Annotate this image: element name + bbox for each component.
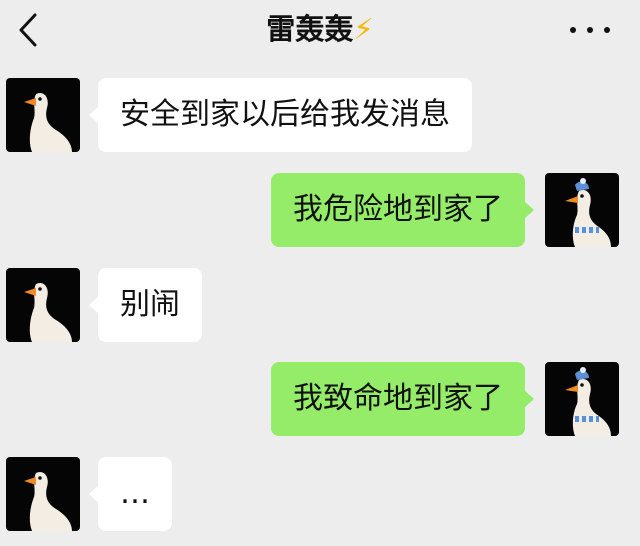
outgoing-message-bubble[interactable]: 我致命地到家了 <box>271 362 534 436</box>
my-avatar[interactable] <box>545 173 619 247</box>
contact-avatar[interactable] <box>6 268 80 342</box>
goose-avatar-icon <box>24 471 72 531</box>
incoming-message-bubble[interactable]: 安全到家以后给我发消息 <box>89 78 472 152</box>
message-row: 别闹 <box>0 268 640 342</box>
message-row: 我致命地到家了 <box>0 362 640 436</box>
chat-screen: 雷轰轰⚡ 安全到家以后给我发消息 我危险地到家了 别闹 我致命地到家了 … <box>0 0 640 546</box>
contact-avatar[interactable] <box>6 457 80 531</box>
incoming-message-bubble[interactable]: 别闹 <box>89 268 202 342</box>
chat-title: 雷轰轰⚡ <box>0 8 640 50</box>
incoming-message-bubble[interactable]: … <box>89 457 172 531</box>
chat-header: 雷轰轰⚡ <box>0 0 640 60</box>
my-avatar[interactable] <box>545 362 619 436</box>
more-options-button[interactable] <box>570 16 610 44</box>
lightning-emoji: ⚡ <box>353 12 374 46</box>
goose-avatar-icon <box>24 92 72 152</box>
message-row: 我危险地到家了 <box>0 173 640 247</box>
goose-avatar-icon <box>24 282 72 342</box>
goose-scarf-avatar-icon <box>565 178 611 247</box>
outgoing-message-bubble[interactable]: 我危险地到家了 <box>271 173 534 247</box>
message-row: … <box>0 457 640 531</box>
goose-scarf-avatar-icon <box>565 367 611 436</box>
ellipsis-icon <box>570 27 576 33</box>
message-row: 安全到家以后给我发消息 <box>0 78 640 152</box>
contact-avatar[interactable] <box>6 78 80 152</box>
ellipsis-dot <box>604 27 610 33</box>
ellipsis-dot <box>587 27 593 33</box>
contact-name: 雷轰轰 <box>266 12 354 46</box>
